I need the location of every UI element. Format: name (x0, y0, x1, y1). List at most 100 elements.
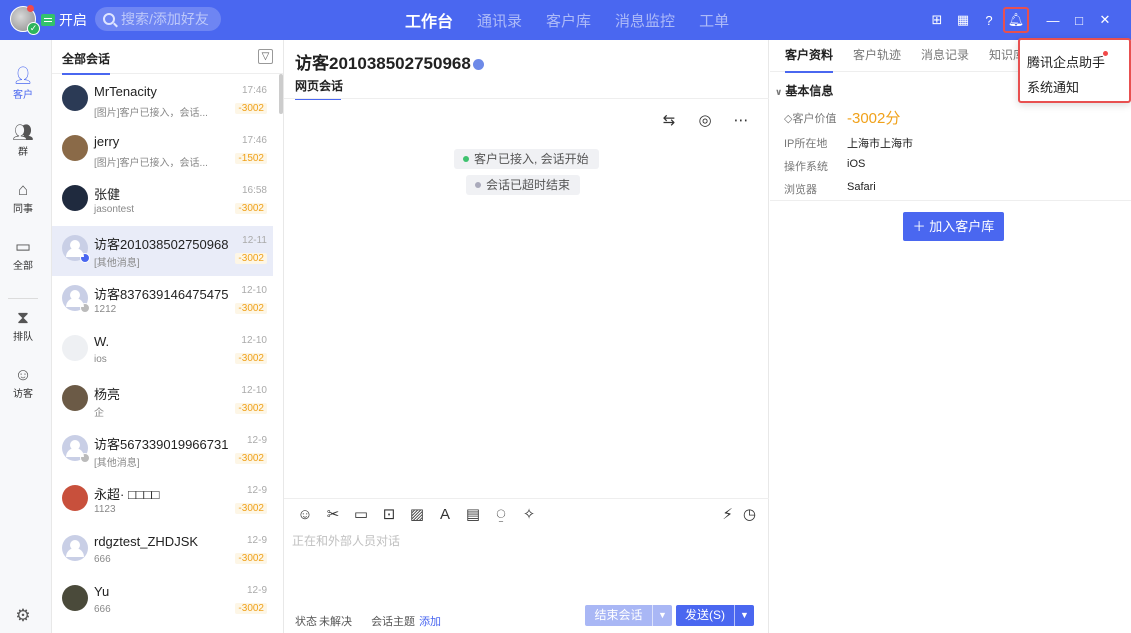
clock-icon[interactable]: ◷ (743, 505, 756, 523)
end-session-button[interactable]: 结束会话 ▼ (585, 605, 672, 626)
list-item[interactable]: 永超· □□□□ 12-9 1123 -3002 (52, 476, 273, 526)
add-to-customer-library-button[interactable]: ＋ 加入客户库 (903, 212, 1004, 241)
quick-reply-icon[interactable]: ⊡ (380, 505, 398, 523)
avatar (62, 335, 88, 361)
section-title: 基本信息 (785, 84, 834, 98)
list-item[interactable]: rdgztest_ZHDJSK 12-9 666 -3002 (52, 526, 273, 576)
rail-settings[interactable]: ⚙ (0, 606, 46, 626)
composer-divider (284, 498, 769, 499)
field-customer-value: ◇客户价值 -3002分 (784, 110, 900, 127)
field-value: iOS (847, 158, 866, 170)
source-icon (80, 303, 90, 313)
section-basic-info[interactable]: ∨ 基本信息 (775, 82, 833, 99)
value-badge: -3002 (235, 303, 267, 314)
open-status-label: 开启 (59, 12, 87, 28)
tab-message-history[interactable]: 消息记录 (921, 40, 969, 71)
popup-item-system-notice[interactable]: 系统通知 (1027, 77, 1079, 96)
list-item[interactable]: 杨亮 12-10 企 -3002 (52, 376, 273, 426)
rail-item-customer[interactable]: 👤︎ 客户 (0, 66, 46, 101)
visitor-icon: ☺ (14, 365, 32, 384)
rail-item-colleague[interactable]: ⌂ 同事 (0, 180, 46, 215)
bell-icon[interactable]: 🔔︎ (1003, 7, 1029, 33)
tab-customer-profile[interactable]: 客户资料 (785, 40, 834, 73)
rail-label: 全部 (13, 261, 33, 272)
list-item[interactable]: 张健 16:58 jasontest -3002 (52, 176, 273, 226)
conv-time: 12-9 (246, 585, 267, 596)
conv-preview: [图片]客户已接入，会话... (94, 158, 208, 169)
emoji-icon[interactable]: ☺ (296, 506, 314, 523)
search-box[interactable] (95, 7, 221, 31)
minimize-icon[interactable]: — (1041, 8, 1065, 32)
message-input[interactable] (292, 532, 762, 602)
font-icon[interactable]: A (436, 506, 454, 523)
list-item[interactable]: Yu 12-9 666 -3002 (52, 576, 273, 626)
rail-item-group[interactable]: 👥︎ 群 (0, 123, 46, 158)
conversation-list-header: 全部会话 ▽ (52, 40, 283, 75)
chevron-down-icon[interactable]: ▼ (652, 605, 672, 626)
topic-label: 会话主题 (371, 616, 416, 628)
list-item[interactable]: W. 12-10 ios -3002 (52, 326, 273, 376)
chevron-down-icon[interactable]: ▼ (734, 605, 754, 626)
filter-icon[interactable]: ▽ (258, 49, 273, 64)
rating-icon[interactable]: ◎ (694, 110, 716, 132)
conv-name: W. (94, 334, 110, 349)
rail-label: 访客 (13, 389, 33, 400)
conv-name: 永超· □□□□ (94, 487, 160, 502)
conv-preview: 666 (94, 554, 111, 565)
tab-contacts[interactable]: 通讯录 (477, 10, 522, 31)
rail-item-all[interactable]: ▭ 全部 (0, 237, 46, 272)
status-value[interactable]: 未解决 (319, 616, 352, 628)
tab-workbench[interactable]: 工作台 (405, 8, 453, 32)
add-box-icon[interactable]: ⊞ (925, 8, 949, 32)
list-item[interactable]: 访客201038502750968 12-11 [其他消息] -3002 (52, 226, 273, 276)
close-icon[interactable]: ✕ (1093, 8, 1117, 32)
avatar (62, 285, 90, 313)
rail-item-queue[interactable]: ⧗ 排队 (0, 308, 46, 343)
scissors-icon[interactable]: ✂ (324, 505, 342, 523)
avatar (62, 85, 88, 111)
list-item[interactable]: 访客567339019966731 12-9 [其他消息] -3002 (52, 426, 273, 476)
search-input[interactable] (121, 11, 215, 27)
list-item[interactable]: 访客837639146475475 12-10 1212 -3002 (52, 276, 273, 326)
list-item[interactable]: MrTenacity 17:46 [图片]客户已接入，会话... -3002 (52, 76, 273, 126)
avatar (62, 435, 90, 463)
help-icon[interactable]: ? (977, 8, 1001, 32)
apps-grid-icon[interactable]: ▦ (951, 8, 975, 32)
popup-item-assistant[interactable]: 腾讯企点助手 (1027, 52, 1105, 71)
conversation-list: 全部会话 ▽ MrTenacity 17:46 [图片]客户已接入，会话... … (52, 40, 284, 633)
image-icon[interactable]: ▨ (408, 505, 426, 523)
avatar (62, 535, 88, 561)
main-nav: 工作台 通讯录 客户库 消息监控 工单 (405, 0, 753, 40)
topic-add-link[interactable]: 添加 (419, 616, 441, 628)
folder-icon[interactable]: ▭ (352, 505, 370, 523)
rail-item-visitor[interactable]: ☺ 访客 (0, 365, 46, 400)
editor-toolbar: ☺ ✂ ▭ ⊡ ▨ A ▤ ⍜ ✧ (296, 505, 548, 524)
customer-icon: 👤︎ (12, 66, 34, 85)
more-icon[interactable]: ⋯ (730, 110, 752, 132)
editor-toolbar-right: ⚡︎ ◷ (712, 505, 756, 523)
rail-divider (8, 298, 38, 299)
transfer-icon[interactable]: ⇆ (658, 110, 680, 132)
lightning-icon[interactable]: ⚡︎ (722, 505, 733, 523)
search-icon (103, 13, 115, 25)
list-item[interactable]: jerry 17:46 [图片]客户已接入，会话... -1502 (52, 126, 273, 176)
tab-message-monitor[interactable]: 消息监控 (615, 10, 675, 31)
send-button[interactable]: 发送(S) ▼ (676, 605, 754, 626)
web-source-icon (80, 253, 90, 263)
tab-customer-track[interactable]: 客户轨迹 (853, 40, 901, 71)
avatar (62, 385, 88, 411)
conv-time: 12-9 (246, 535, 267, 546)
tab-web-session[interactable]: 网页会话 (295, 77, 343, 100)
tab-customer-library[interactable]: 客户库 (546, 10, 591, 31)
conversation-list-title: 全部会话 (62, 52, 111, 75)
card-icon[interactable]: ▤ (464, 505, 482, 523)
open-status-button[interactable]: 开启 (41, 10, 87, 30)
tab-tickets[interactable]: 工单 (699, 10, 729, 31)
maximize-icon[interactable]: □ (1067, 8, 1091, 32)
evaluate-icon[interactable]: ✧ (520, 505, 538, 523)
invite-user-icon[interactable]: ⍜ (492, 506, 510, 523)
conv-preview: ios (94, 354, 107, 365)
avatar (62, 585, 88, 611)
conv-name: Yu (94, 584, 110, 599)
list-scrollbar[interactable] (279, 74, 283, 114)
